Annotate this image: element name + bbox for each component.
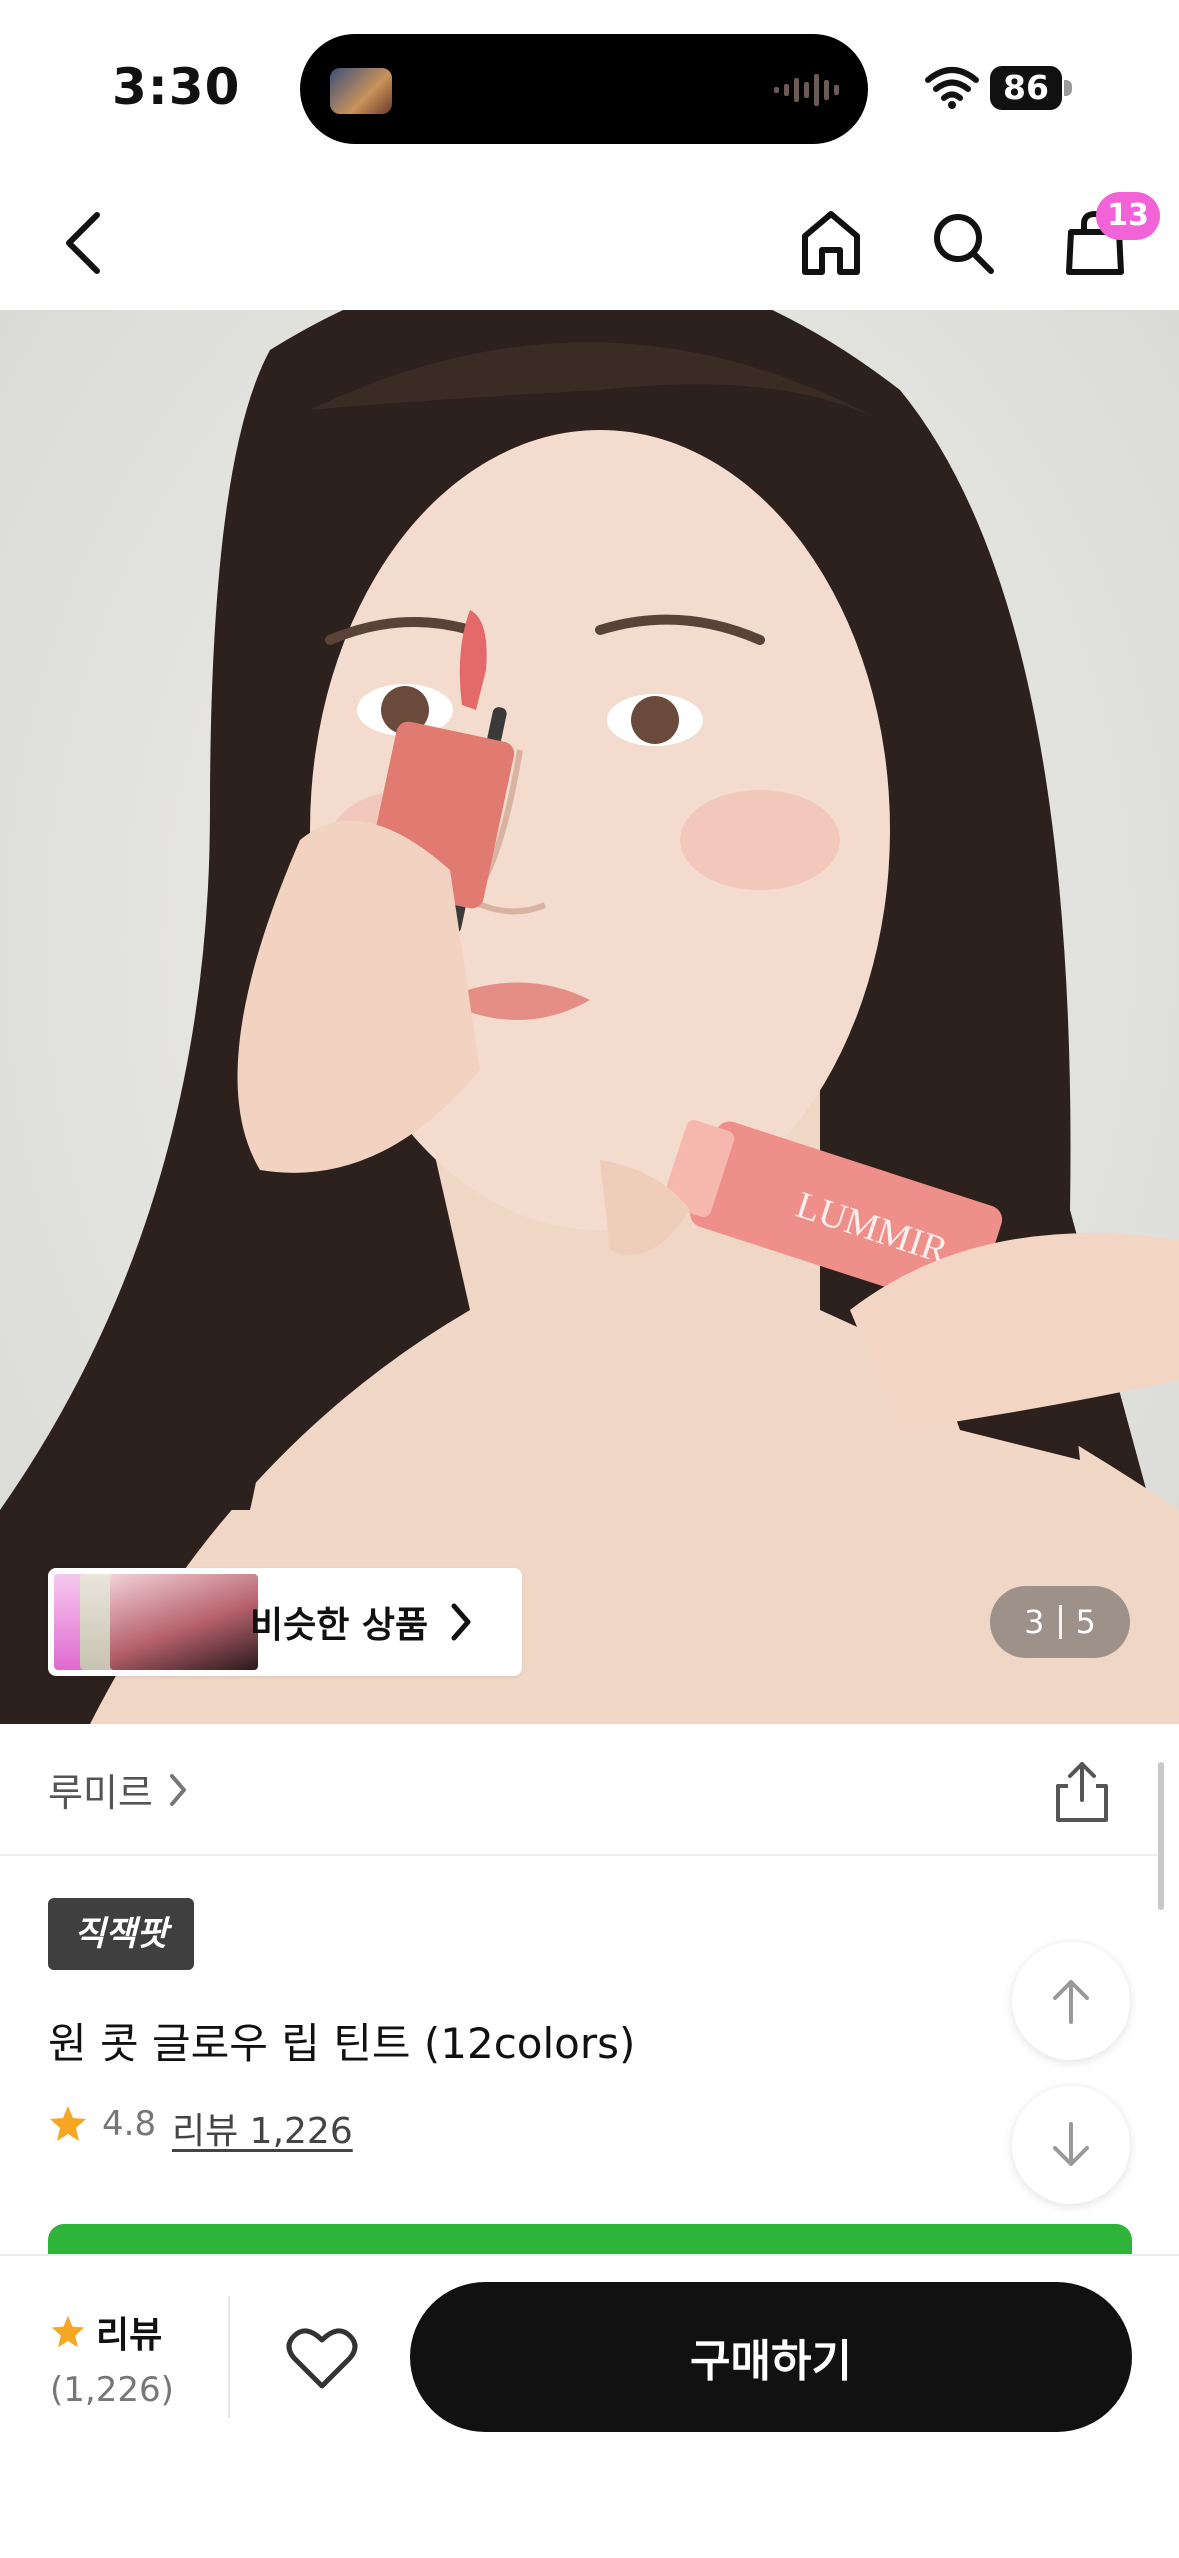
scroll-down-button[interactable] bbox=[1012, 2086, 1130, 2204]
home-icon bbox=[802, 211, 860, 275]
brand-name: 루미르 bbox=[48, 1771, 153, 1815]
chevron-right-icon bbox=[169, 1773, 186, 1806]
status-time: 3:30 bbox=[112, 58, 241, 116]
promo-banner-edge[interactable] bbox=[48, 2224, 1132, 2254]
arrow-up-icon bbox=[1053, 1980, 1089, 2024]
arrow-down-icon bbox=[1053, 2122, 1089, 2166]
rating-value: 4.8 bbox=[102, 2104, 157, 2144]
divider bbox=[0, 1854, 1160, 1856]
search-icon bbox=[934, 214, 994, 274]
now-playing-thumbnail bbox=[330, 68, 392, 114]
scroll-up-button[interactable] bbox=[1012, 1942, 1130, 2060]
brand-link[interactable]: 루미르 bbox=[48, 1762, 189, 1817]
bottom-review-label: 리뷰 bbox=[96, 2315, 163, 2356]
battery-indicator: 86 bbox=[990, 66, 1074, 110]
promo-tag-badge: 직잭팟 bbox=[48, 1898, 194, 1970]
image-counter-current: 3 bbox=[1024, 1603, 1045, 1641]
heart-icon bbox=[286, 2328, 358, 2389]
share-icon bbox=[1056, 1762, 1108, 1822]
model-photo: LUMMIR bbox=[0, 310, 1179, 1724]
image-counter-total: 5 bbox=[1075, 1603, 1096, 1641]
home-button[interactable] bbox=[786, 198, 876, 288]
star-icon bbox=[51, 2315, 85, 2348]
product-title: 원 콧 글로우 립 틴트 (12colors) bbox=[48, 2019, 636, 2068]
star-icon bbox=[50, 2106, 86, 2141]
wifi-icon bbox=[925, 67, 979, 109]
similar-products-button[interactable]: 비슷한 상품 bbox=[48, 1568, 522, 1676]
battery-level: 86 bbox=[990, 66, 1062, 110]
chevron-right-icon bbox=[451, 1603, 471, 1641]
image-counter: 3 5 bbox=[990, 1586, 1130, 1658]
divider bbox=[228, 2296, 230, 2418]
reviews-link[interactable]: 리뷰 1,226 bbox=[172, 2102, 353, 2154]
chevron-left-icon bbox=[66, 212, 100, 274]
search-button[interactable] bbox=[918, 198, 1008, 288]
similar-thumb-3 bbox=[110, 1574, 258, 1670]
back-button[interactable] bbox=[38, 198, 128, 288]
bottom-review-count: (1,226) bbox=[50, 2370, 174, 2410]
wishlist-button[interactable] bbox=[270, 2306, 374, 2410]
share-button[interactable] bbox=[1046, 1756, 1118, 1828]
bottom-review-button[interactable]: 리뷰 (1,226) bbox=[50, 2306, 210, 2410]
audio-wave-icon bbox=[774, 74, 839, 106]
cart-count-badge: 13 bbox=[1096, 192, 1160, 240]
similar-products-label: 비슷한 상품 bbox=[250, 1605, 429, 1646]
buy-button[interactable]: 구매하기 bbox=[410, 2282, 1132, 2432]
product-hero-image[interactable]: LUMMIR bbox=[0, 310, 1179, 1724]
battery-nub bbox=[1064, 80, 1072, 96]
image-counter-separator bbox=[1058, 1605, 1062, 1639]
scrollbar[interactable] bbox=[1158, 1762, 1164, 1910]
